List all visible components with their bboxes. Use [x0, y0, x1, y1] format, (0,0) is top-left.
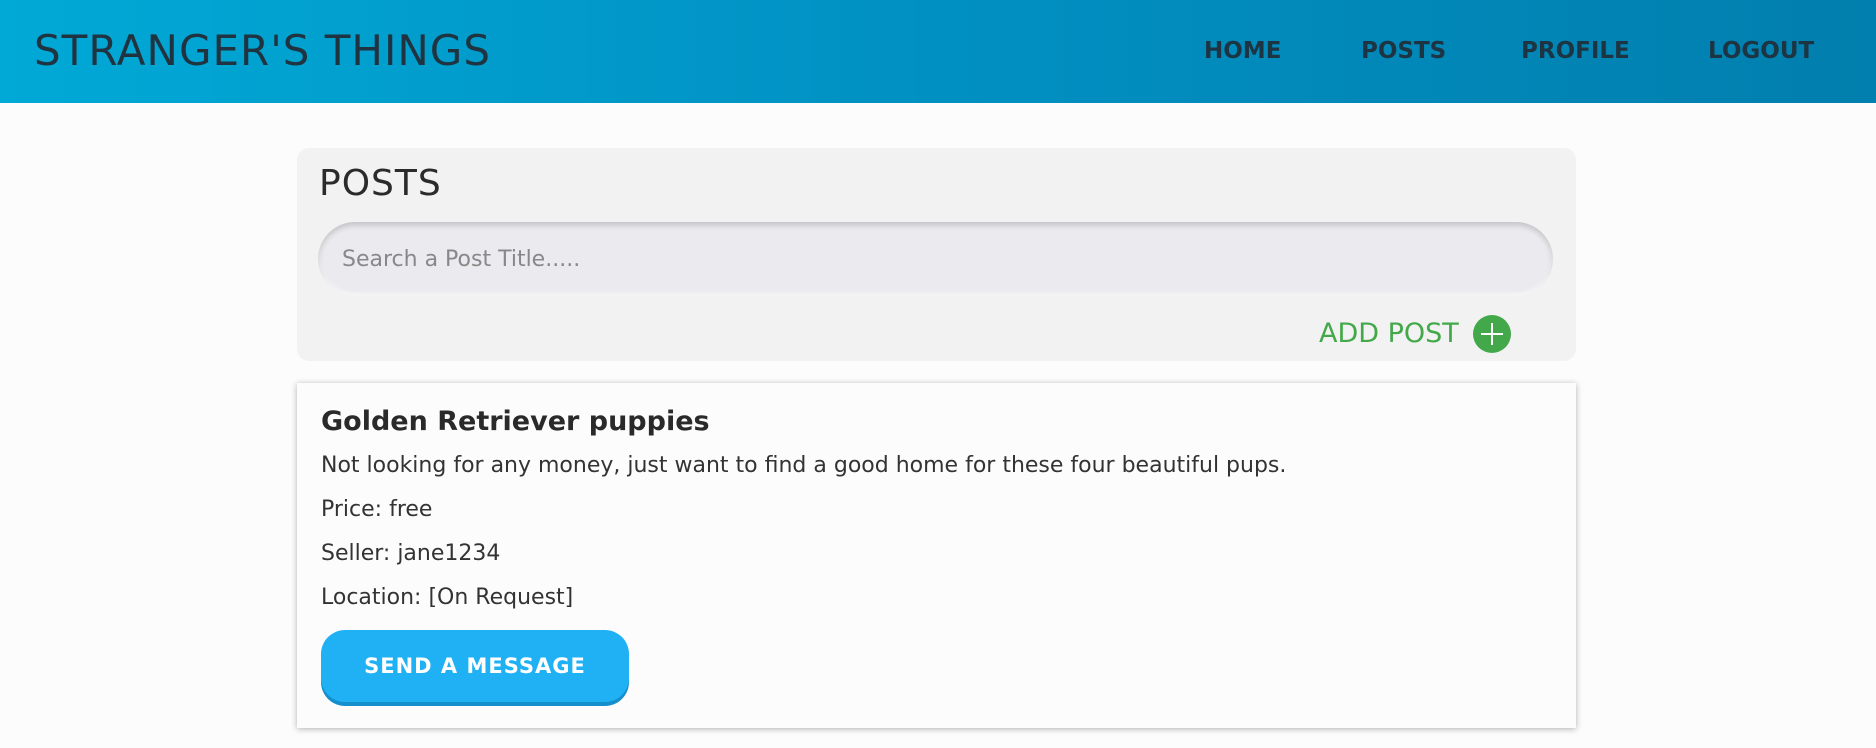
post-seller: Seller: jane1234 [321, 541, 501, 566]
add-post-button[interactable]: ADD POST [1319, 315, 1511, 353]
post-location: Location: [On Request] [321, 585, 574, 610]
send-message-button[interactable]: SEND A MESSAGE [321, 630, 629, 702]
post-card: Golden Retriever puppies Not looking for… [297, 383, 1576, 728]
post-title: Golden Retriever puppies [321, 406, 710, 437]
plus-circle-icon[interactable] [1472, 315, 1511, 353]
site-brand[interactable]: STRANGER'S THINGS [34, 26, 491, 76]
nav-posts-link[interactable]: POSTS [1361, 37, 1446, 65]
add-post-label: ADD POST [1319, 318, 1459, 349]
posts-panel: POSTS ADD POST [297, 148, 1576, 361]
nav-home-link[interactable]: HOME [1204, 37, 1281, 65]
search-input[interactable] [318, 222, 1553, 296]
post-description: Not looking for any money, just want to … [321, 453, 1287, 478]
page-title: POSTS [319, 163, 442, 204]
nav-profile-link[interactable]: PROFILE [1521, 37, 1630, 65]
nav-logout-link[interactable]: LOGOUT [1708, 37, 1814, 65]
app-header: STRANGER'S THINGS HOME POSTS PROFILE LOG… [0, 0, 1876, 103]
post-price: Price: free [321, 497, 433, 522]
